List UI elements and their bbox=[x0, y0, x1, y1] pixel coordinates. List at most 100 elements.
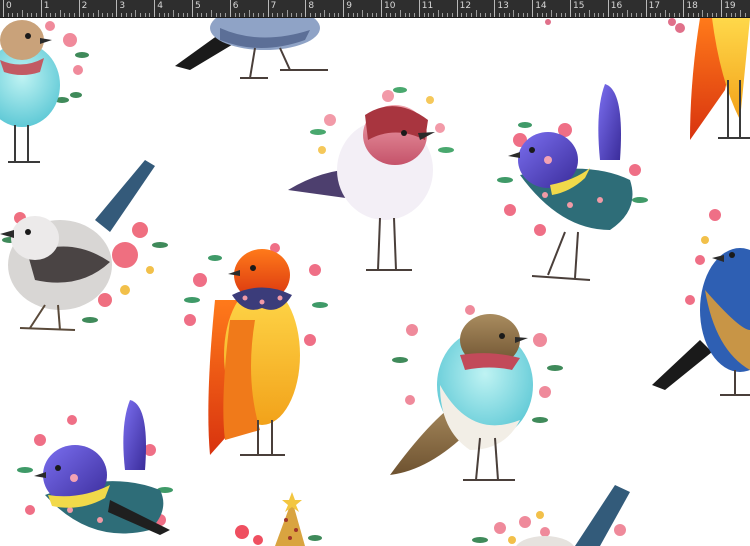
ruler-minor-tick bbox=[716, 13, 718, 17]
ruler-minor-tick bbox=[442, 13, 444, 17]
ruler-major-tick bbox=[418, 0, 420, 17]
ruler-minor-tick bbox=[603, 13, 605, 17]
ruler-minor-tick bbox=[390, 13, 392, 17]
ruler-minor-tick bbox=[650, 13, 652, 17]
ruler-minor-tick bbox=[149, 13, 151, 17]
ruler-minor-tick bbox=[409, 13, 411, 17]
ruler-minor-tick bbox=[314, 13, 316, 17]
blue-bird-scarf bbox=[0, 20, 89, 163]
ruler-major-tick bbox=[381, 0, 382, 17]
ruler-minor-tick bbox=[333, 13, 335, 17]
blue-jay-edge bbox=[652, 209, 750, 396]
ruler-minor-tick bbox=[140, 13, 142, 17]
ruler-major-tick bbox=[645, 0, 647, 17]
ruler-minor-tick bbox=[669, 13, 671, 17]
ruler-minor-tick bbox=[466, 13, 468, 17]
ruler-label: 18 bbox=[686, 1, 698, 11]
ruler-minor-tick bbox=[36, 13, 38, 17]
ruler-minor-tick bbox=[617, 13, 619, 17]
ruler-minor-tick bbox=[277, 13, 279, 17]
ruler-minor-tick bbox=[518, 13, 520, 17]
ruler-minor-tick bbox=[489, 13, 491, 17]
ruler-minor-tick bbox=[593, 13, 595, 17]
ruler-label: 6 bbox=[232, 1, 239, 11]
ruler-minor-tick bbox=[461, 13, 463, 17]
ruler-minor-tick bbox=[499, 13, 501, 17]
ruler-minor-tick bbox=[513, 10, 515, 17]
ruler-minor-tick bbox=[135, 10, 137, 17]
ruler-minor-tick bbox=[740, 10, 742, 17]
ruler-minor-tick bbox=[503, 13, 505, 17]
ruler-label: 1 bbox=[43, 1, 50, 11]
ruler-minor-tick bbox=[225, 13, 227, 17]
ruler-major-tick bbox=[78, 0, 80, 17]
ruler-minor-tick bbox=[281, 13, 283, 17]
ruler-minor-tick bbox=[423, 13, 425, 17]
ruler-minor-tick bbox=[258, 13, 260, 17]
pink-headscarf-bird bbox=[288, 87, 454, 271]
ruler-minor-tick bbox=[659, 13, 661, 17]
ruler-minor-tick bbox=[711, 13, 713, 17]
ruler-minor-tick bbox=[158, 13, 160, 17]
pattern-canvas[interactable] bbox=[0, 18, 750, 546]
ruler-minor-tick bbox=[130, 13, 132, 17]
ruler-minor-tick bbox=[310, 13, 312, 17]
ruler-minor-tick bbox=[50, 13, 52, 17]
ruler-label: 14 bbox=[535, 1, 547, 11]
ruler-minor-tick bbox=[655, 13, 657, 17]
ruler-minor-tick bbox=[678, 13, 680, 17]
ruler-minor-tick bbox=[744, 13, 746, 17]
ruler-minor-tick bbox=[125, 13, 127, 17]
ruler-minor-tick bbox=[286, 10, 288, 17]
ruler-minor-tick bbox=[574, 13, 576, 17]
ruler-minor-tick bbox=[636, 13, 638, 17]
ruler-minor-tick bbox=[97, 10, 99, 17]
ruler-minor-tick bbox=[31, 13, 33, 17]
ruler-minor-tick bbox=[168, 13, 170, 17]
ruler-minor-tick bbox=[173, 10, 175, 17]
ruler-minor-tick bbox=[673, 13, 675, 17]
bird-pattern-artwork bbox=[0, 18, 750, 546]
ruler-label: 4 bbox=[157, 1, 163, 11]
ruler-minor-tick bbox=[598, 13, 600, 17]
horizontal-ruler[interactable]: 0 1 2 3 4 5 6 7 8 9 10 11 12 13 14 15 16 17 18 19 bbox=[0, 0, 750, 18]
ruler-minor-tick bbox=[447, 13, 449, 17]
ruler-minor-tick bbox=[220, 13, 222, 17]
ruler-label: 2 bbox=[81, 1, 88, 11]
ruler-minor-tick bbox=[707, 13, 709, 17]
ruler-minor-tick bbox=[272, 13, 274, 17]
grey-wren-roses bbox=[0, 160, 168, 331]
ruler-minor-tick bbox=[385, 13, 387, 17]
ruler-minor-tick bbox=[475, 10, 477, 17]
ruler-minor-tick bbox=[640, 13, 642, 17]
ruler-minor-tick bbox=[324, 10, 326, 17]
ruler-minor-tick bbox=[626, 10, 628, 17]
ruler-minor-tick bbox=[631, 13, 633, 17]
ruler-minor-tick bbox=[579, 13, 581, 17]
ruler-minor-tick bbox=[362, 10, 364, 17]
ruler-minor-tick bbox=[7, 13, 9, 17]
ruler-minor-tick bbox=[102, 13, 104, 17]
ruler-minor-tick bbox=[291, 13, 293, 17]
ruler-major-tick bbox=[3, 0, 4, 17]
ruler-major-tick bbox=[456, 0, 458, 17]
ruler-minor-tick bbox=[376, 13, 378, 17]
ruler-minor-tick bbox=[371, 13, 373, 17]
party-hat-bird bbox=[235, 492, 322, 546]
ruler-major-tick bbox=[343, 0, 345, 17]
ruler-minor-tick bbox=[144, 13, 146, 17]
ruler-minor-tick bbox=[21, 10, 23, 17]
ruler-minor-tick bbox=[248, 10, 250, 17]
ruler-minor-tick bbox=[163, 13, 165, 17]
ruler-minor-tick bbox=[399, 10, 401, 17]
ruler-minor-tick bbox=[210, 10, 212, 17]
ruler-minor-tick bbox=[338, 13, 340, 17]
ruler-minor-tick bbox=[551, 10, 553, 17]
ruler-minor-tick bbox=[725, 13, 727, 17]
ruler-minor-tick bbox=[177, 13, 179, 17]
ruler-minor-tick bbox=[730, 13, 732, 17]
ruler-minor-tick bbox=[565, 13, 567, 17]
ruler-label: 16 bbox=[610, 1, 623, 11]
ruler-label: 9 bbox=[346, 1, 352, 11]
ruler-minor-tick bbox=[319, 13, 321, 17]
